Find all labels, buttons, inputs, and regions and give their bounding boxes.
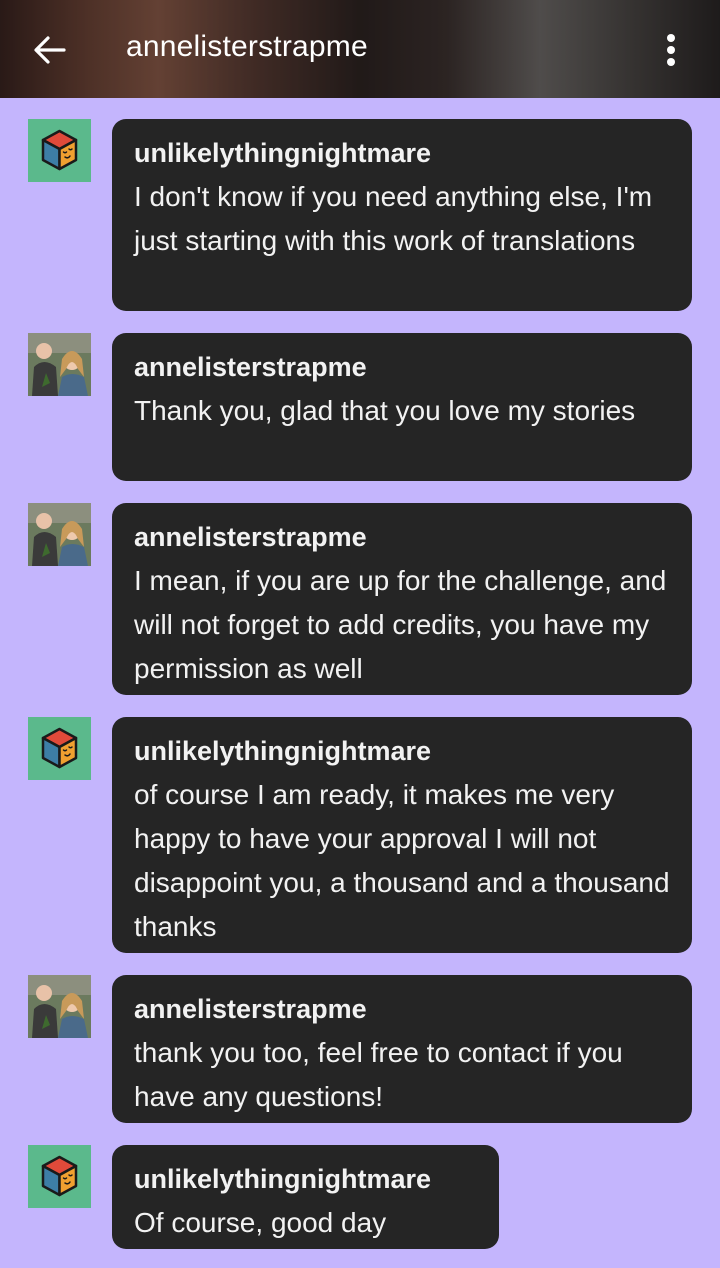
message-sender[interactable]: annelisterstrapme	[134, 993, 670, 1025]
avatar-unlikelythingnightmare[interactable]	[28, 119, 91, 182]
message-bubble: unlikelythingnightmare I don't know if y…	[112, 119, 692, 311]
message-text: of course I am ready, it makes me very h…	[134, 779, 670, 942]
message-sender[interactable]: unlikelythingnightmare	[134, 137, 670, 169]
conversation-header: annelisterstrapme	[0, 0, 720, 98]
arrow-left-icon	[34, 36, 66, 64]
message-bubble: annelisterstrapme Thank you, glad that y…	[112, 333, 692, 481]
message-text: thank you too, feel free to contact if y…	[134, 1037, 623, 1112]
more-vertical-icon	[667, 34, 675, 66]
avatar-unlikelythingnightmare[interactable]	[28, 717, 91, 780]
message-sender[interactable]: unlikelythingnightmare	[134, 735, 670, 767]
photo-avatar-icon	[28, 503, 91, 566]
message-bubble: unlikelythingnightmare of course I am re…	[112, 717, 692, 953]
more-options-button[interactable]	[656, 30, 686, 70]
avatar-unlikelythingnightmare[interactable]	[28, 1145, 91, 1208]
back-button[interactable]	[28, 28, 72, 72]
message-bubble: annelisterstrapme thank you too, feel fr…	[112, 975, 692, 1123]
cube-avatar-icon	[28, 1145, 91, 1208]
photo-avatar-icon	[28, 333, 91, 396]
cube-avatar-icon	[28, 717, 91, 780]
message-sender[interactable]: annelisterstrapme	[134, 521, 670, 553]
message-bubble: annelisterstrapme I mean, if you are up …	[112, 503, 692, 695]
message-text: Thank you, glad that you love my stories	[134, 395, 636, 426]
message-text: I don't know if you need anything else, …	[134, 181, 653, 256]
avatar-annelisterstrapme[interactable]	[28, 975, 91, 1038]
cube-avatar-icon	[28, 119, 91, 182]
conversation-title: annelisterstrapme	[126, 30, 368, 63]
avatar-annelisterstrapme[interactable]	[28, 503, 91, 566]
message-text: I mean, if you are up for the challenge,…	[134, 565, 667, 684]
message-text: Of course, good day	[134, 1207, 387, 1238]
message-bubble: unlikelythingnightmare Of course, good d…	[112, 1145, 499, 1249]
avatar-annelisterstrapme[interactable]	[28, 333, 91, 396]
message-sender[interactable]: unlikelythingnightmare	[134, 1163, 477, 1195]
message-sender[interactable]: annelisterstrapme	[134, 351, 670, 383]
photo-avatar-icon	[28, 975, 91, 1038]
